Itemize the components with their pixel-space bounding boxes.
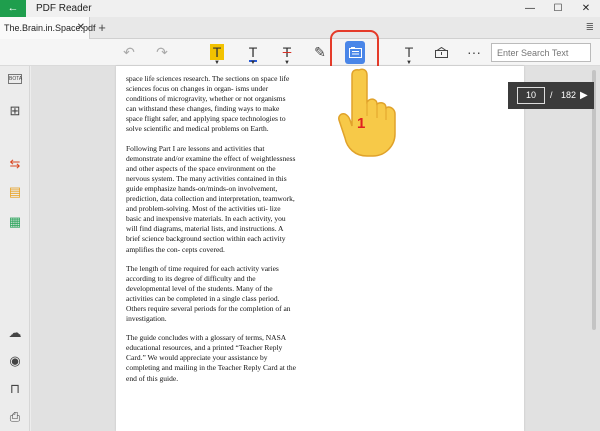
bookmark-panel-icon[interactable]: BOTA [8,74,22,84]
redo-button[interactable]: ↷ [150,39,174,66]
redo-icon: ↷ [156,44,168,60]
form-icon[interactable]: ▦ [5,213,25,231]
maximize-button[interactable]: ☐ [544,0,572,17]
undo-icon: ↶ [123,44,135,60]
pen-tool-button[interactable]: ✎ [308,39,332,66]
page-navigator: 10 / 182 ▶ [508,82,594,109]
strikethrough-icon: T [282,44,292,60]
text-tool-button[interactable]: T ▼ [397,39,421,66]
annotation-toolbar: ↶ ↷ T ▼ T ▼ T ▼ ✎ T ▼ ··· [0,39,600,66]
eye-icon[interactable]: ◉ [5,352,25,370]
app-title: PDF Reader [36,3,92,14]
pen-icon: ✎ [314,44,326,60]
text-icon: T [404,44,414,60]
total-pages: 182 [561,90,577,100]
stamp-icon [434,46,448,58]
highlight-icon: T [209,44,225,60]
merge-icon[interactable]: ▤ [5,183,25,201]
more-tools-button[interactable]: ··· [462,39,486,66]
underline-tool-button[interactable]: T ▼ [241,39,265,66]
vertical-scrollbar[interactable] [592,70,596,330]
new-tab-button[interactable]: + [93,17,111,39]
close-window-button[interactable]: ✕ [572,0,600,17]
cloud-icon[interactable]: ☁ [5,324,25,342]
undo-button[interactable]: ↶ [117,39,141,66]
tab-bar: The.Brain.in.Space.pdf ✕ + ≣ [0,17,600,39]
tab-close-icon[interactable]: ✕ [77,17,85,39]
back-button[interactable]: ← [0,0,26,17]
next-page-icon[interactable]: ▶ [580,82,588,109]
title-bar: ← PDF Reader — ☐ ✕ [0,0,600,17]
paragraph: The length of time required for each act… [126,263,291,324]
back-arrow-icon: ← [7,2,19,14]
hand-pointer-icon [338,68,396,157]
minimize-button[interactable]: — [516,0,544,17]
tab-menu-icon[interactable]: ≣ [586,22,594,33]
print-icon[interactable]: ⎙ [5,408,25,426]
paragraph: The guide concludes with a glossary of t… [126,333,296,383]
pdf-page[interactable]: space life sciences research. The sectio… [116,66,524,431]
thumbnail-grid-icon[interactable]: ⊞ [5,102,25,120]
paragraph: Following Part I are lessons and activit… [126,143,296,254]
document-tab[interactable]: The.Brain.in.Space.pdf ✕ [0,17,96,39]
left-sidebar: BOTA ⊞ ⇆ ▤ ▦ ☁ ◉ ⊓ ⎙ [0,66,30,431]
stamp-tool-button[interactable] [429,39,453,66]
highlight-tool-button[interactable]: T ▼ [205,39,229,66]
search-input[interactable] [491,43,591,62]
strikethrough-tool-button[interactable]: T ▼ [275,39,299,66]
convert-icon[interactable]: ⇆ [5,155,25,173]
page-separator: / [550,90,553,100]
page-text: space life sciences research. The sectio… [126,74,296,393]
step-number: 1 [357,115,366,132]
current-page-input[interactable]: 10 [517,87,545,104]
bookmark-icon[interactable]: ⊓ [5,380,25,398]
paragraph: space life sciences research. The sectio… [126,74,290,134]
